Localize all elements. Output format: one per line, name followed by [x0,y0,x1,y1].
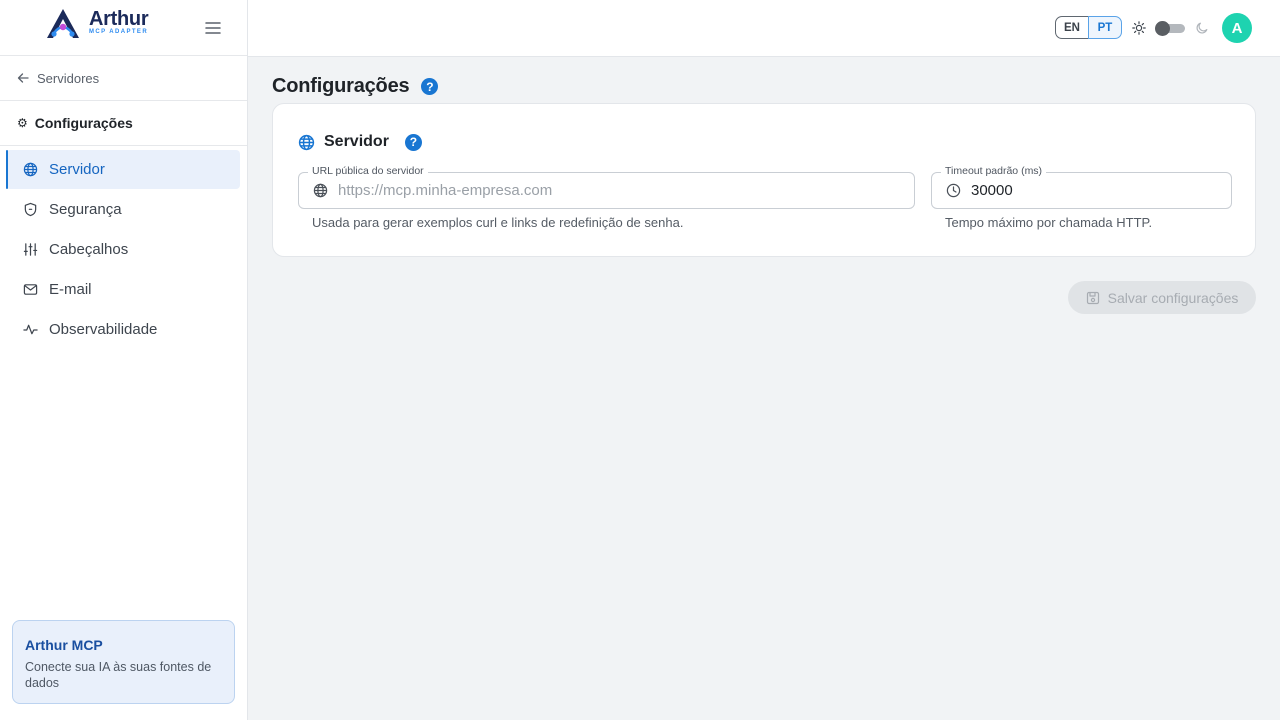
server-settings-card: Servidor ? URL pública do servidor Usada… [272,103,1256,257]
sidebar: Arthur MCP ADAPTER Servidores ⚙ Configur… [0,0,248,720]
sidebar-item-seguranca[interactable]: Segurança [6,190,240,229]
arrow-left-icon [17,73,29,83]
timeout-input[interactable] [971,182,1214,199]
promo-card: Arthur MCP Conecte sua IA às suas fontes… [12,620,235,704]
back-to-servers-link[interactable]: Servidores [0,56,247,101]
promo-text: Conecte sua IA às suas fontes de dados [25,660,212,690]
shield-icon [24,202,37,217]
timeout-hint: Tempo máximo por chamada HTTP. [945,215,1153,230]
server-url-input[interactable] [338,182,849,199]
globe-icon [23,162,38,177]
sidebar-item-label: E-mail [49,281,92,298]
sliders-icon [23,243,38,256]
globe-icon [313,183,328,198]
back-link-label: Servidores [37,70,100,86]
language-en-button[interactable]: EN [1055,16,1089,39]
menu-icon[interactable] [204,19,222,37]
page-header: Configurações ? [272,75,439,98]
save-button-label: Salvar configurações [1107,289,1239,306]
page-help-icon[interactable]: ? [421,78,439,95]
sidebar-item-cabecalhos[interactable]: Cabeçalhos [6,230,240,269]
moon-icon [1196,22,1208,34]
language-pt-button[interactable]: PT [1088,16,1122,39]
sidebar-section-label: Configurações [34,115,133,131]
gear-icon: ⚙ [17,116,28,130]
mail-icon [23,284,38,295]
sidebar-section-title: ⚙ Configurações [0,101,247,146]
sidebar-item-label: Observabilidade [49,321,158,338]
activity-icon [23,324,38,335]
clock-icon [946,183,961,198]
save-settings-button[interactable]: Salvar configurações [1068,281,1256,314]
brand-header: Arthur MCP ADAPTER [0,0,247,56]
sidebar-item-servidor[interactable]: Servidor [6,150,240,189]
top-bar: EN PT A [248,0,1280,57]
page-title: Configurações [272,75,410,97]
server-url-hint: Usada para gerar exemplos curl e links d… [312,215,684,230]
server-url-label: URL pública do servidor [308,165,428,177]
sidebar-item-label: Servidor [49,161,105,178]
promo-title: Arthur MCP [25,637,103,653]
sidebar-item-label: Segurança [49,201,122,218]
sun-icon [1132,21,1146,35]
card-title: Servidor [324,133,389,150]
timeout-field[interactable]: Timeout padrão (ms) [931,165,1232,209]
sidebar-item-email[interactable]: E-mail [6,270,240,309]
theme-toggle-knob [1155,21,1170,36]
user-avatar[interactable]: A [1222,13,1252,43]
theme-toggle[interactable] [1155,21,1185,36]
card-header: Servidor ? [298,133,422,151]
card-help-icon[interactable]: ? [404,133,422,151]
timeout-label: Timeout padrão (ms) [941,165,1047,177]
sidebar-item-observabilidade[interactable]: Observabilidade [6,310,240,349]
arthur-logo-icon[interactable] [43,7,83,41]
server-url-field[interactable]: URL pública do servidor [298,165,915,209]
brand-name: Arthur [89,8,149,30]
save-icon [1086,291,1099,304]
language-switcher: EN PT [1055,16,1122,39]
sidebar-item-label: Cabeçalhos [49,241,129,258]
globe-icon [298,134,315,150]
brand-subtitle: MCP ADAPTER [89,29,149,35]
settings-nav: Servidor Segurança Cabeçalhos E-mail Obs… [0,146,247,349]
